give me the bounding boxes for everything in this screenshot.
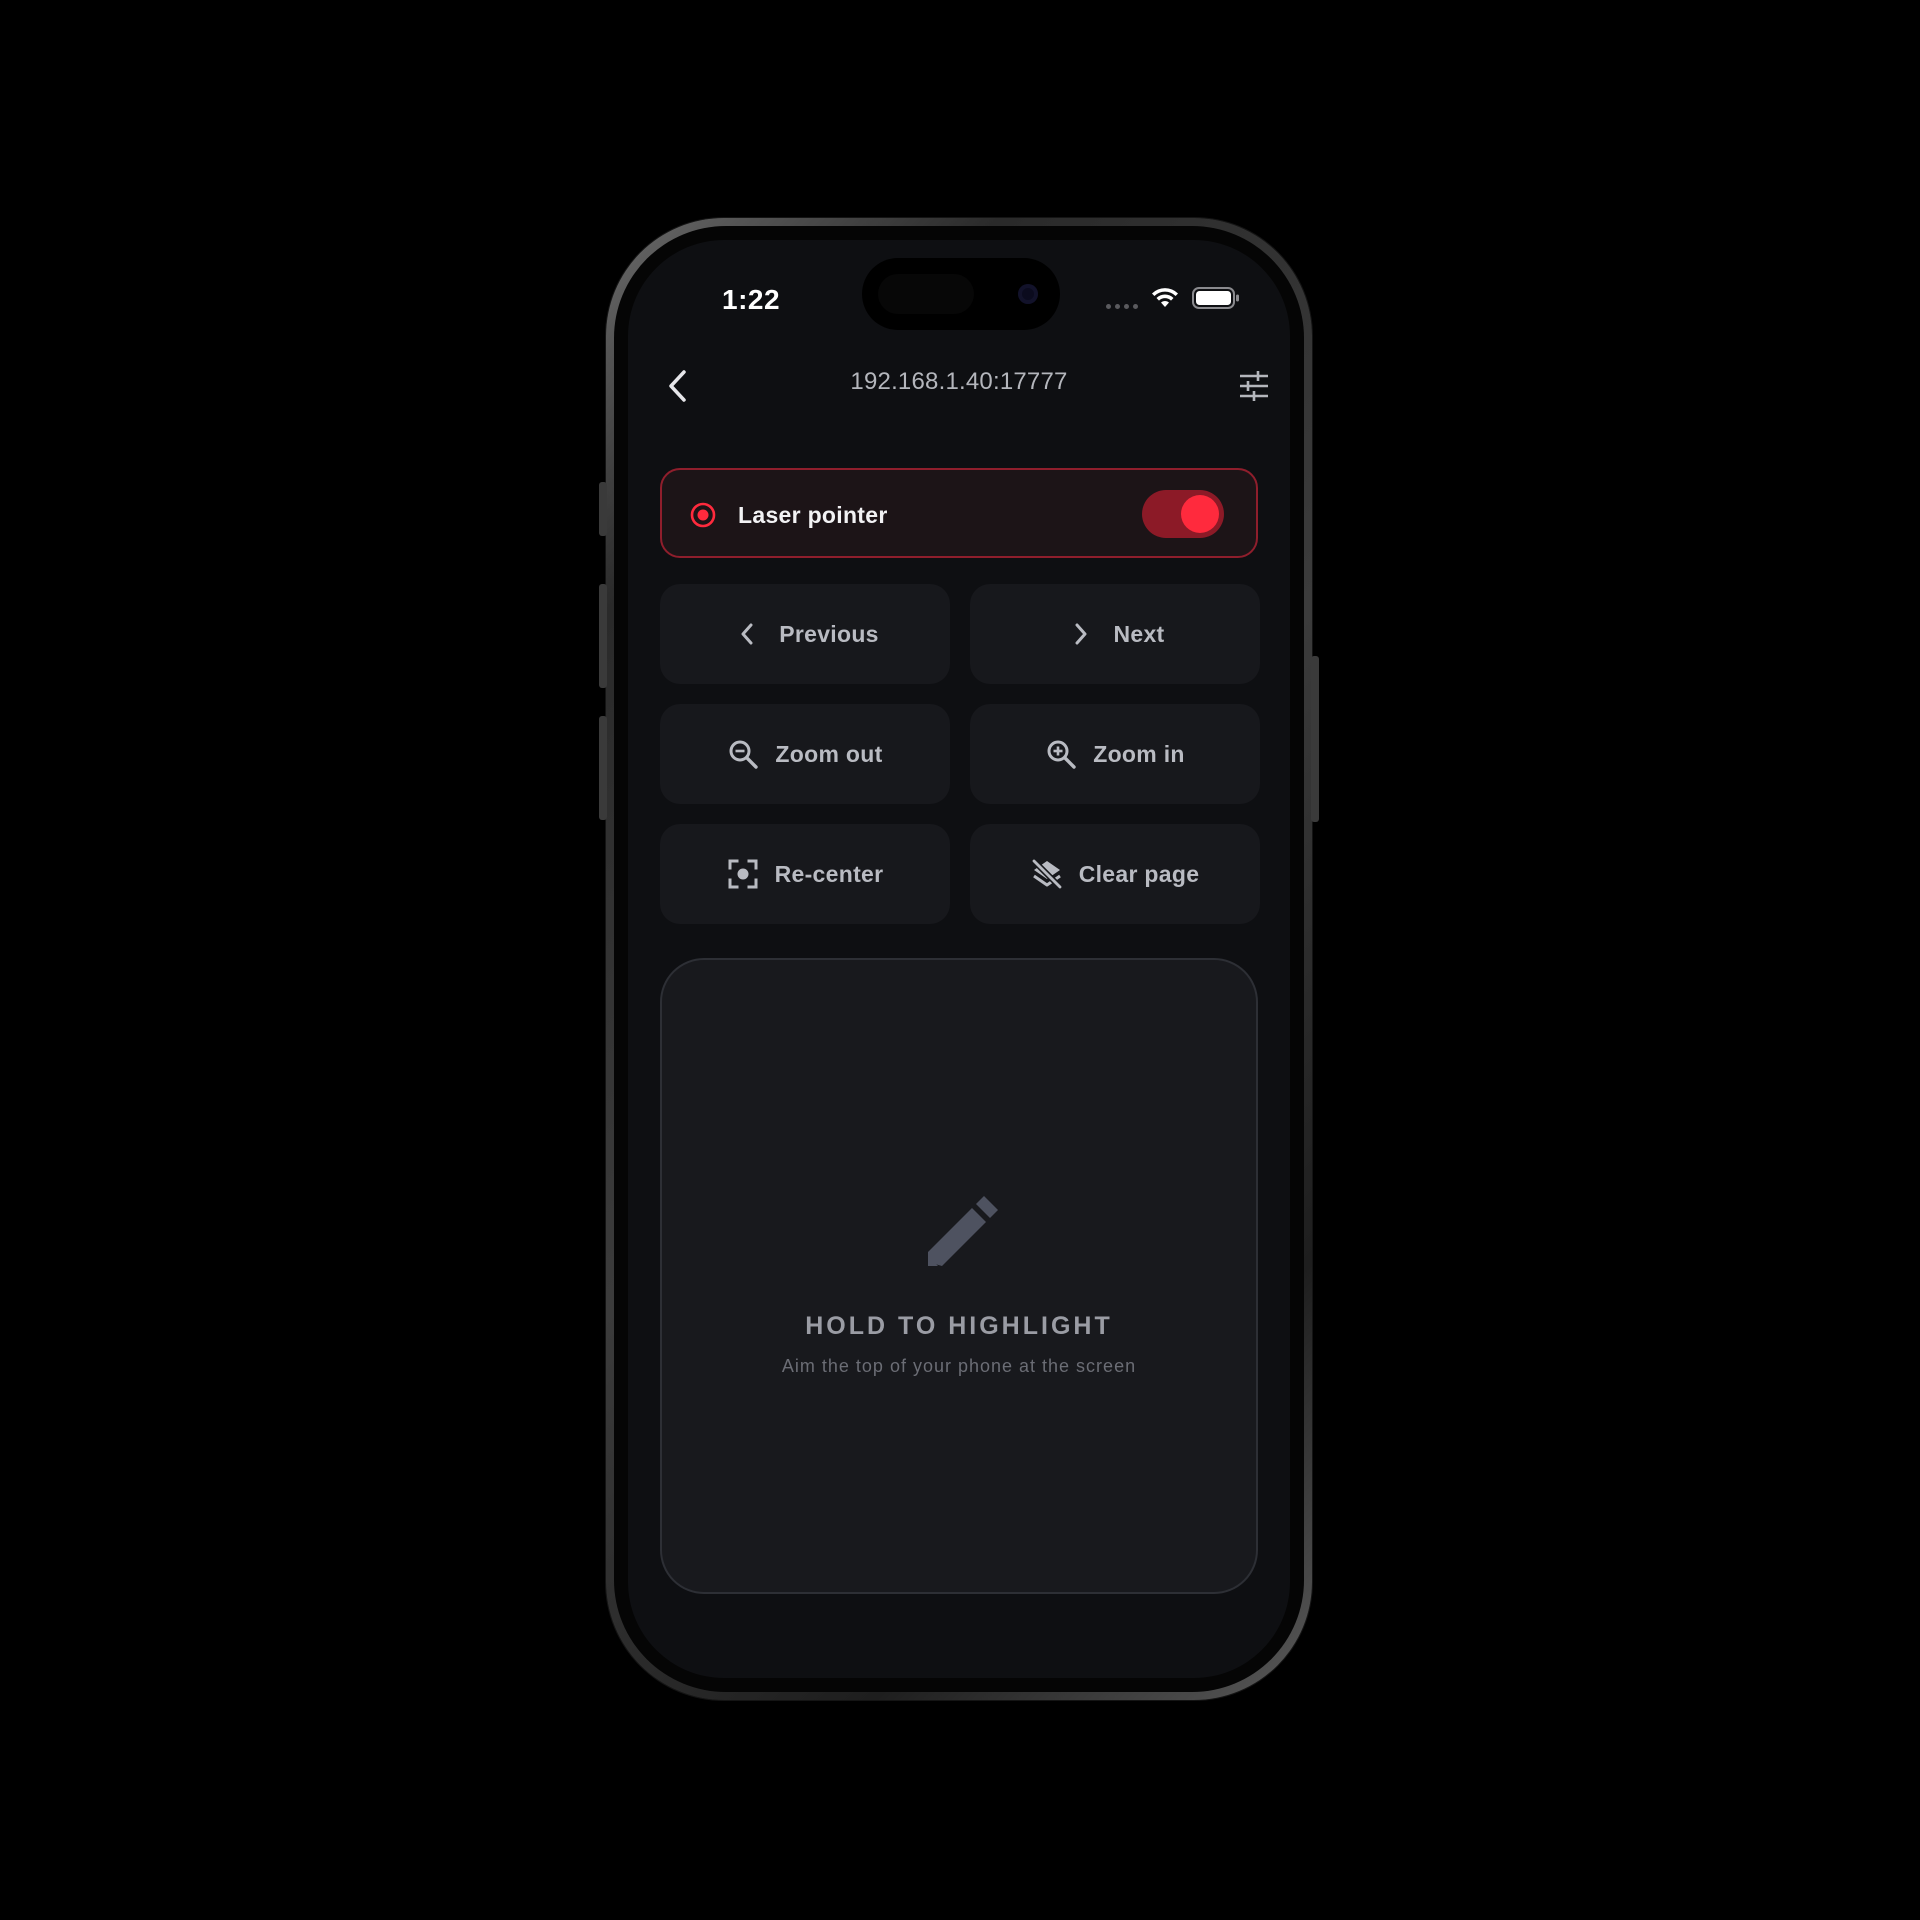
center-focus-icon: [727, 858, 759, 890]
wifi-icon: [1152, 288, 1178, 307]
front-camera: [1018, 284, 1038, 304]
zoom-in-label: Zoom in: [1093, 740, 1185, 767]
battery-icon: [1192, 287, 1239, 309]
previous-label: Previous: [779, 620, 879, 647]
touchpad-subtitle: Aim the top of your phone at the screen: [781, 1356, 1137, 1376]
clear-page-label: Clear page: [1078, 860, 1200, 887]
chevron-right-icon: [1065, 618, 1097, 650]
connection-address: 192.168.1.40:17777: [850, 368, 1068, 395]
next-button[interactable]: Next: [970, 584, 1260, 684]
toggle-knob: [1181, 495, 1219, 533]
phone-screen: 1:22 192.168.1.40:17777 Laser pointer Pr…: [628, 240, 1290, 1678]
touchpad-title: HOLD TO HIGHLIGHT: [805, 1312, 1113, 1340]
power-button: [1311, 656, 1319, 822]
action-button: [599, 482, 607, 536]
highlight-touchpad[interactable]: HOLD TO HIGHLIGHT Aim the top of your ph…: [660, 958, 1258, 1594]
zoom-in-icon: [1045, 738, 1077, 770]
tune-icon: [1240, 371, 1268, 401]
chevron-left-icon: [731, 618, 763, 650]
island-sensor: [878, 274, 974, 314]
layers-clear-icon: [1031, 858, 1063, 890]
next-label: Next: [1113, 620, 1165, 647]
volume-down-button: [599, 716, 607, 820]
recenter-button[interactable]: Re-center: [660, 824, 950, 924]
zoom-out-icon: [727, 738, 759, 770]
laser-pointer-card[interactable]: Laser pointer: [660, 468, 1258, 558]
status-time: 1:22: [722, 284, 781, 315]
zoom-in-button[interactable]: Zoom in: [970, 704, 1260, 804]
volume-up-button: [599, 584, 607, 688]
laser-pointer-label: Laser pointer: [738, 502, 888, 528]
recenter-label: Re-center: [774, 860, 884, 887]
radio-target-icon: [690, 502, 716, 528]
zoom-out-button[interactable]: Zoom out: [660, 704, 950, 804]
laser-pointer-toggle[interactable]: [1142, 490, 1224, 538]
cellular-signal-icon: [1106, 287, 1138, 309]
dynamic-island: [862, 258, 1060, 330]
pencil-icon: [928, 1196, 998, 1266]
clear-page-button[interactable]: Clear page: [970, 824, 1260, 924]
settings-button[interactable]: [1234, 366, 1274, 406]
previous-button[interactable]: Previous: [660, 584, 950, 684]
zoom-out-label: Zoom out: [775, 740, 883, 767]
status-indicators: [1106, 286, 1240, 310]
app-stage: 1:22 192.168.1.40:17777 Laser pointer Pr…: [0, 0, 1920, 1920]
